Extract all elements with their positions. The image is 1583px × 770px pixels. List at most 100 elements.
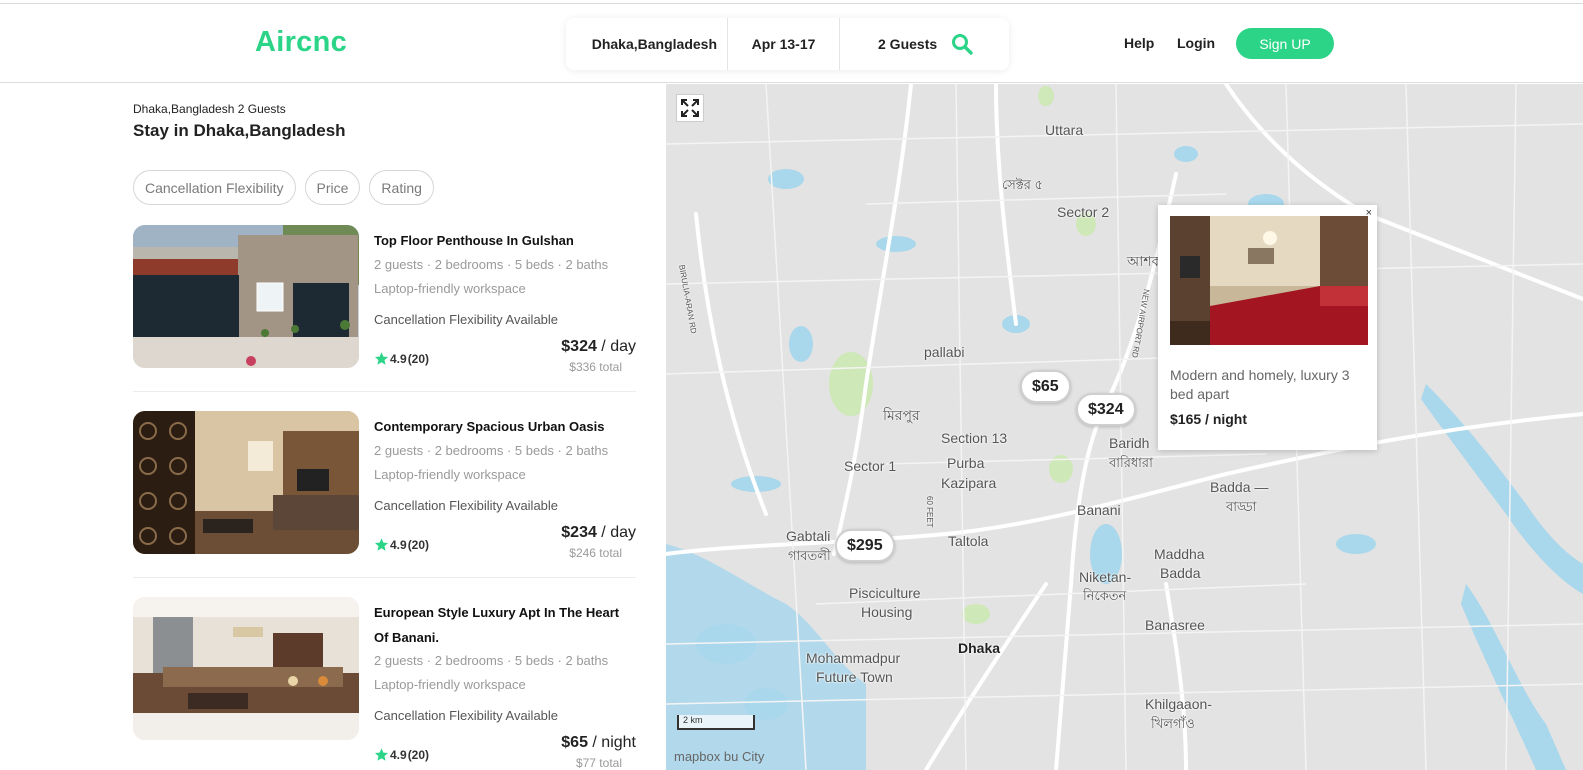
review-count: (20) [407, 537, 430, 552]
listing-card[interactable]: Contemporary Spacious Urban Oasis 2 gues… [133, 411, 636, 597]
listing-title[interactable]: Top Floor Penthouse In Gulshan [374, 228, 636, 253]
map-base [666, 84, 1583, 770]
header: Aircnc Dhaka,Bangladesh Apr 13-17 2 Gues… [0, 4, 1583, 83]
star-icon [374, 748, 389, 761]
map-label: Pisciculture [849, 585, 921, 601]
listing-cancellation: Cancellation Flexibility Available [374, 312, 559, 327]
logo[interactable]: Aircnc [255, 26, 347, 59]
listing-rating: 4.9 (20) [374, 351, 429, 366]
listing-photo[interactable] [133, 225, 359, 368]
map-label: খিলগাঁও [1151, 716, 1195, 731]
listing-card[interactable]: European Style Luxury Apt In The Heart O… [133, 597, 636, 770]
popup-photo[interactable] [1170, 216, 1368, 345]
rating-value: 4.9 [390, 537, 407, 552]
listing-details: 2 guests · 2 bedrooms · 5 beds · 2 baths [374, 653, 609, 668]
map-label: মিরপুর [883, 407, 920, 423]
map-label: Sector 1 [844, 458, 897, 474]
signup-button[interactable]: Sign UP [1236, 28, 1334, 59]
map-attribution[interactable]: mapbox bu City [674, 749, 764, 764]
price-unit: / day [596, 338, 636, 355]
search-bar[interactable]: Dhaka,Bangladesh Apr 13-17 2 Guests [566, 18, 1009, 70]
listing-total: $77 total [575, 756, 622, 770]
search-guests[interactable]: 2 Guests [840, 18, 937, 70]
map-label-city: Dhaka [958, 640, 1001, 656]
map-label: Taltola [948, 533, 989, 549]
listing-rating: 4.9 (20) [374, 747, 429, 762]
price-unit: / day [596, 524, 636, 541]
map-label: বারিধারা [1109, 455, 1153, 470]
listing-total: $336 total [569, 360, 622, 374]
map-label: Future Town [816, 669, 893, 685]
road-label: 60 FEET [925, 496, 934, 528]
listing-photo[interactable] [133, 411, 359, 554]
map[interactable]: Uttara সেক্টর ৫ Sector 2 আশক pallabi মির… [666, 84, 1583, 770]
price-amount: $65 [561, 734, 588, 751]
price-pin[interactable]: $295 [835, 529, 895, 562]
review-count: (20) [407, 747, 430, 762]
price-amount: $234 [561, 524, 597, 541]
search-dates[interactable]: Apr 13-17 [728, 18, 840, 70]
listing-price: $234 / day [561, 524, 636, 542]
filter-cancellation[interactable]: Cancellation Flexibility [133, 170, 296, 205]
map-label: Gabtali [786, 528, 831, 544]
mapbox-logo[interactable]: mapbox [674, 749, 720, 764]
map-label: নিকেতন [1083, 588, 1127, 603]
map-label: Niketan- [1079, 569, 1132, 585]
listing-amenity: Laptop-friendly workspace [374, 467, 526, 482]
map-label: pallabi [924, 344, 965, 360]
filter-bar: Cancellation Flexibility Price Rating [133, 170, 434, 205]
map-label: Khilgaaon- [1145, 696, 1212, 712]
login-link[interactable]: Login [1177, 35, 1215, 51]
rating-value: 4.9 [390, 747, 407, 762]
price-unit: / night [587, 734, 636, 751]
search-location[interactable]: Dhaka,Bangladesh [566, 18, 728, 70]
price-pin[interactable]: $324 [1076, 393, 1136, 426]
map-label: Badda — [1210, 479, 1269, 495]
star-icon [374, 538, 389, 551]
expand-icon [681, 99, 699, 117]
price-amount: $324 [561, 338, 597, 355]
map-label: গাবতলী [788, 548, 831, 563]
map-label: Mohammadpur [806, 650, 901, 666]
map-label: Banasree [1145, 617, 1205, 633]
rating-value: 4.9 [390, 351, 407, 366]
page-title: Stay in Dhaka,Bangladesh [133, 121, 346, 140]
map-label: Section 13 [941, 430, 1008, 446]
popup-price: $165 / night [1170, 411, 1248, 427]
help-link[interactable]: Help [1124, 35, 1154, 51]
map-scale: 2 km [677, 715, 755, 730]
map-label: সেক্টর ৫ [1002, 177, 1043, 192]
filter-price[interactable]: Price [304, 170, 361, 205]
map-label: Housing [861, 604, 913, 620]
attribution-tail: bu City [723, 749, 765, 764]
listing-card[interactable]: Top Floor Penthouse In Gulshan 2 guests … [133, 225, 636, 411]
listing-rating: 4.9 (20) [374, 537, 429, 552]
fullscreen-button[interactable] [676, 94, 704, 122]
listing-details: 2 guests · 2 bedrooms · 5 beds · 2 baths [374, 443, 609, 458]
map-label: বাড্ডা [1226, 499, 1257, 514]
popup-description: Modern and homely, luxury 3 bed apart [1170, 367, 1350, 402]
listing-price: $65 / night [561, 734, 636, 752]
map-popup[interactable]: × Modern and homely, luxury 3 bed apart … [1158, 205, 1377, 450]
listing-title[interactable]: Contemporary Spacious Urban Oasis [374, 414, 636, 439]
map-label: Banani [1077, 502, 1121, 518]
map-label: Purba [947, 455, 985, 471]
divider [133, 577, 636, 578]
listing-cancellation: Cancellation Flexibility Available [374, 498, 559, 513]
listing-amenity: Laptop-friendly workspace [374, 677, 526, 692]
search-icon[interactable] [951, 33, 973, 55]
map-label: Uttara [1045, 122, 1084, 138]
star-icon [374, 352, 389, 365]
listing-photo[interactable] [133, 597, 359, 740]
map-label: আশক [1127, 253, 1162, 269]
listing-details: 2 guests · 2 bedrooms · 5 beds · 2 baths [374, 257, 609, 272]
listing-total: $246 total [569, 546, 622, 560]
listing-cancellation: Cancellation Flexibility Available [374, 708, 559, 723]
listing-title[interactable]: European Style Luxury Apt In The Heart O… [374, 600, 636, 650]
map-label: Badda [1160, 565, 1201, 581]
price-pin[interactable]: $65 [1020, 370, 1071, 403]
listing-amenity: Laptop-friendly workspace [374, 281, 526, 296]
map-label: Kazipara [941, 475, 997, 491]
breadcrumb: Dhaka,Bangladesh 2 Guests [133, 102, 286, 116]
filter-rating[interactable]: Rating [369, 170, 434, 205]
